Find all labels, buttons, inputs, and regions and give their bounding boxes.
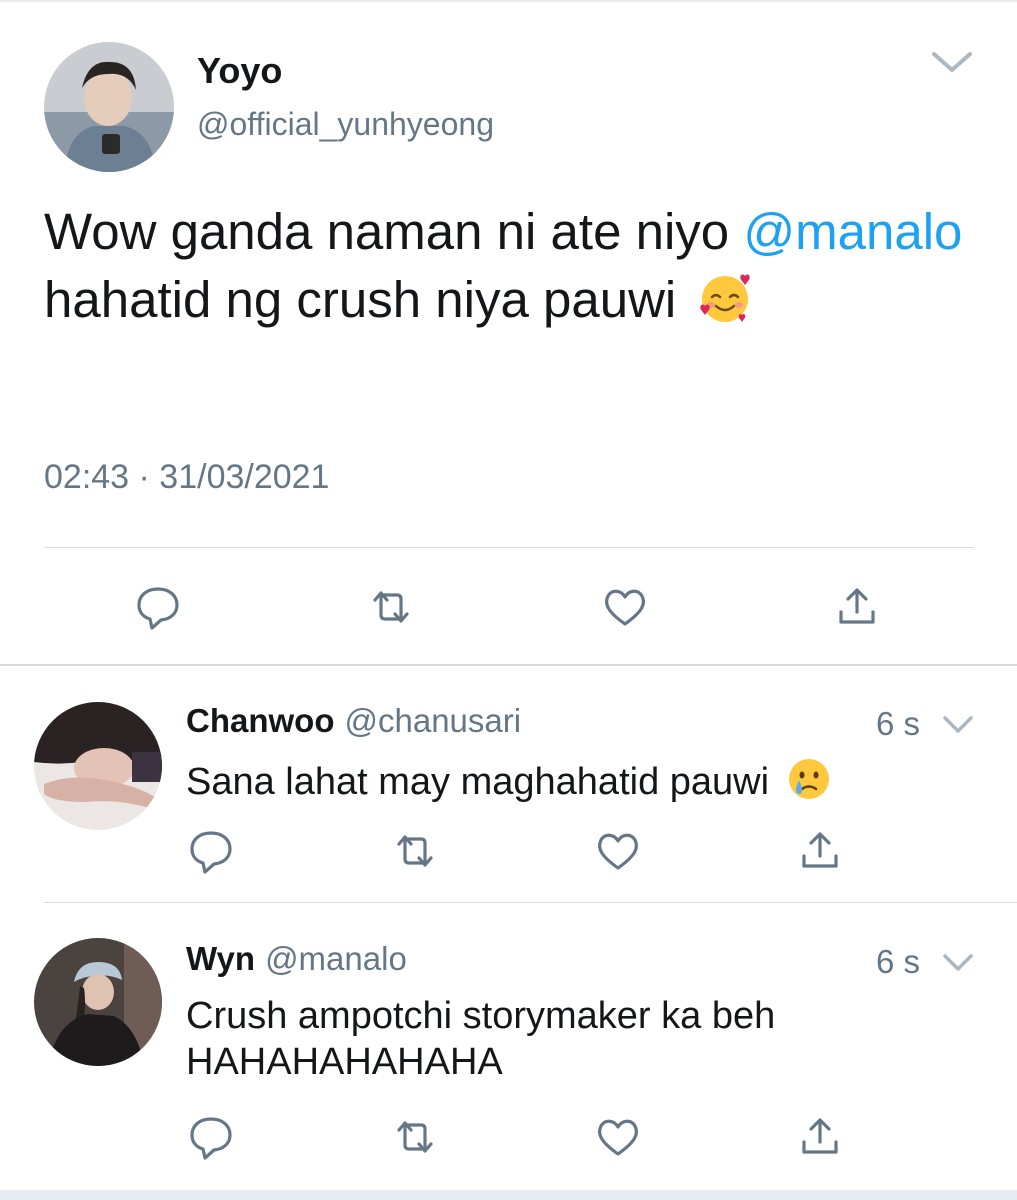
reply-time: 6 s [876, 943, 921, 980]
display-name[interactable]: Yoyo [197, 50, 282, 92]
divider [0, 664, 1017, 666]
reply-header: Wyn @manalo [186, 940, 407, 978]
tweet-text-part: hahatid ng crush niya pauwi [44, 271, 677, 328]
tweet-text-part: Wow ganda naman ni ate niyo [44, 203, 744, 260]
user-handle[interactable]: @official_yunhyeong [197, 106, 494, 143]
avatar[interactable] [44, 42, 174, 172]
reply-icon[interactable] [186, 826, 236, 876]
reply-header: Chanwoo @chanusari [186, 702, 521, 740]
retweet-icon[interactable] [390, 826, 440, 876]
top-border [0, 0, 1017, 2]
divider [44, 902, 1017, 903]
like-icon[interactable] [593, 826, 643, 876]
reply-icon[interactable] [133, 582, 183, 632]
mention-link[interactable]: @manalo [743, 203, 962, 260]
avatar[interactable] [34, 938, 162, 1066]
share-icon[interactable] [795, 826, 845, 876]
user-handle[interactable]: @manalo [265, 940, 407, 977]
avatar[interactable] [34, 702, 162, 830]
display-name[interactable]: Chanwoo [186, 702, 334, 739]
like-icon[interactable] [600, 582, 650, 632]
reply-text: Sana lahat may maghahatid pauwi [186, 756, 832, 805]
divider [44, 547, 974, 548]
retweet-icon[interactable] [366, 582, 416, 632]
chevron-down-icon[interactable] [942, 714, 974, 736]
reply-text-content: Sana lahat may maghahatid pauwi [186, 761, 770, 803]
tweet-text: Wow ganda naman ni ate niyo @manalo haha… [44, 198, 964, 334]
chevron-down-icon[interactable] [928, 48, 976, 78]
like-icon[interactable] [593, 1112, 643, 1162]
bottom-border [0, 1190, 1017, 1200]
reply-text: Crush ampotchi storymaker ka beh HAHAHAH… [186, 995, 776, 1083]
share-icon[interactable] [795, 1112, 845, 1162]
crying-face-icon [786, 756, 832, 802]
display-name[interactable]: Wyn [186, 940, 255, 977]
timestamp[interactable]: 02:43 · 31/03/2021 [44, 458, 329, 497]
reply-time: 6 s [876, 705, 921, 742]
chevron-down-icon[interactable] [942, 952, 974, 974]
reply-icon[interactable] [186, 1112, 236, 1162]
share-icon[interactable] [832, 582, 882, 632]
retweet-icon[interactable] [390, 1112, 440, 1162]
user-handle[interactable]: @chanusari [344, 702, 521, 739]
smiling-face-with-hearts-icon [696, 269, 754, 327]
